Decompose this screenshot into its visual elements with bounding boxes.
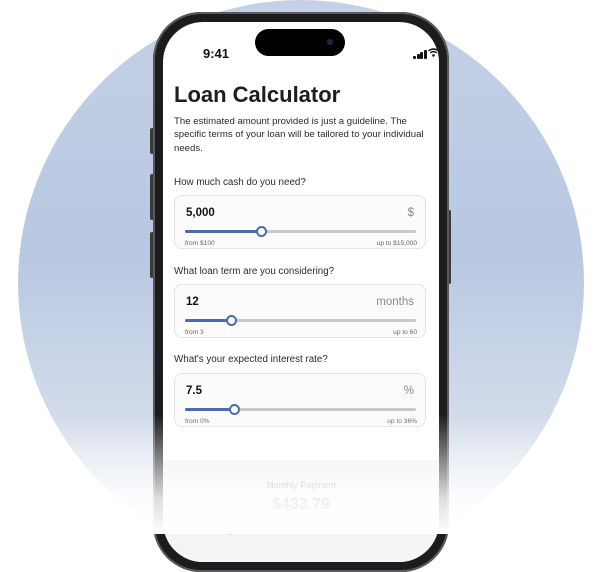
rate-max-label: up to 36% <box>387 418 417 425</box>
amount-question-label: How much cash do you need? <box>174 177 306 188</box>
status-time: 9:41 <box>203 46 230 61</box>
term-question-label: What loan term are you considering? <box>174 266 335 277</box>
rate-input[interactable]: 7.5 <box>186 385 202 397</box>
rate-slider-track[interactable] <box>185 404 416 415</box>
wifi-icon <box>428 48 439 59</box>
page-title: Loan Calculator <box>174 82 341 107</box>
monthly-payment-label: Monthly Payment <box>266 480 336 490</box>
term-field-card[interactable]: 12 months <box>174 284 426 338</box>
term-input[interactable]: 12 <box>186 296 199 308</box>
rate-unit: % <box>403 385 414 397</box>
phone-screen: 9:41 Loan Calculator The estimated amoun… <box>163 22 439 562</box>
amount-unit: $ <box>407 207 414 219</box>
amount-input[interactable]: 5,000 <box>186 207 215 219</box>
results-panel: Monthly Payment $433.79 Total Repayment … <box>163 460 439 562</box>
term-slider-thumb[interactable] <box>226 315 238 326</box>
rate-question-label: What's your expected interest rate? <box>174 354 328 365</box>
term-unit: months <box>376 296 414 308</box>
monthly-payment-value: $433.79 <box>272 496 330 513</box>
amount-slider-thumb[interactable] <box>256 226 268 237</box>
term-slider-track[interactable] <box>185 315 416 326</box>
cellular-signal-icon <box>413 50 427 59</box>
amount-min-label: from $100 <box>185 240 215 247</box>
camera-icon <box>327 39 333 45</box>
phone-frame: 9:41 Loan Calculator The estimated amoun… <box>153 12 449 572</box>
rate-min-label: from 0% <box>185 418 210 425</box>
term-min-label: from 3 <box>185 329 204 336</box>
rate-slider-fill <box>185 408 234 411</box>
amount-slider-track[interactable] <box>185 226 416 237</box>
term-slider-fill <box>185 319 232 322</box>
amount-slider-fill <box>185 230 262 233</box>
dynamic-island <box>255 29 345 56</box>
amount-max-label: up to $15,000 <box>376 240 417 247</box>
term-max-label: up to 60 <box>393 329 417 336</box>
rate-slider-thumb[interactable] <box>228 404 240 415</box>
page-description: The estimated amount provided is just a … <box>174 116 424 154</box>
